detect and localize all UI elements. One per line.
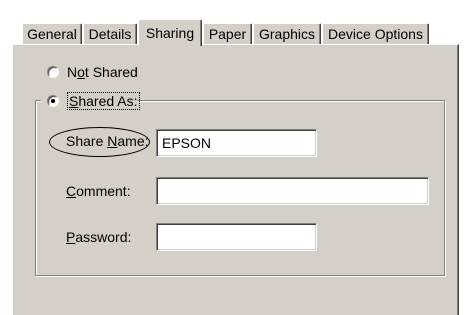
tab-sharing[interactable]: Sharing: [138, 19, 202, 46]
printer-properties-dialog: General Details Sharing Paper Graphics D…: [0, 0, 471, 315]
tab-device-options[interactable]: Device Options: [322, 23, 429, 44]
not-shared-label: Not Shared: [67, 64, 138, 80]
tab-details[interactable]: Details: [83, 23, 137, 44]
password-label: Password:: [66, 229, 132, 245]
tab-paper[interactable]: Paper: [203, 23, 252, 44]
shared-as-radio-indicator[interactable]: [47, 95, 59, 107]
share-name-input[interactable]: EPSON: [156, 129, 317, 157]
tab-graphics-label: Graphics: [258, 26, 316, 42]
password-input[interactable]: [156, 223, 317, 251]
tab-sharing-label: Sharing: [145, 25, 195, 41]
tab-details-label: Details: [88, 26, 132, 42]
shared-as-label: Shared As:: [67, 92, 140, 110]
tab-graphics[interactable]: Graphics: [253, 23, 321, 44]
not-shared-radio[interactable]: Not Shared: [47, 64, 138, 80]
share-name-label: Share Name:: [66, 133, 149, 149]
comment-input[interactable]: [156, 177, 429, 205]
comment-label: Comment:: [66, 183, 131, 199]
tab-paper-label: Paper: [208, 26, 247, 42]
tab-general[interactable]: General: [22, 23, 82, 44]
shared-as-radio[interactable]: Shared As:: [47, 92, 140, 110]
not-shared-radio-indicator[interactable]: [47, 66, 59, 78]
tab-general-label: General: [27, 26, 77, 42]
tab-device-options-label: Device Options: [328, 26, 423, 42]
